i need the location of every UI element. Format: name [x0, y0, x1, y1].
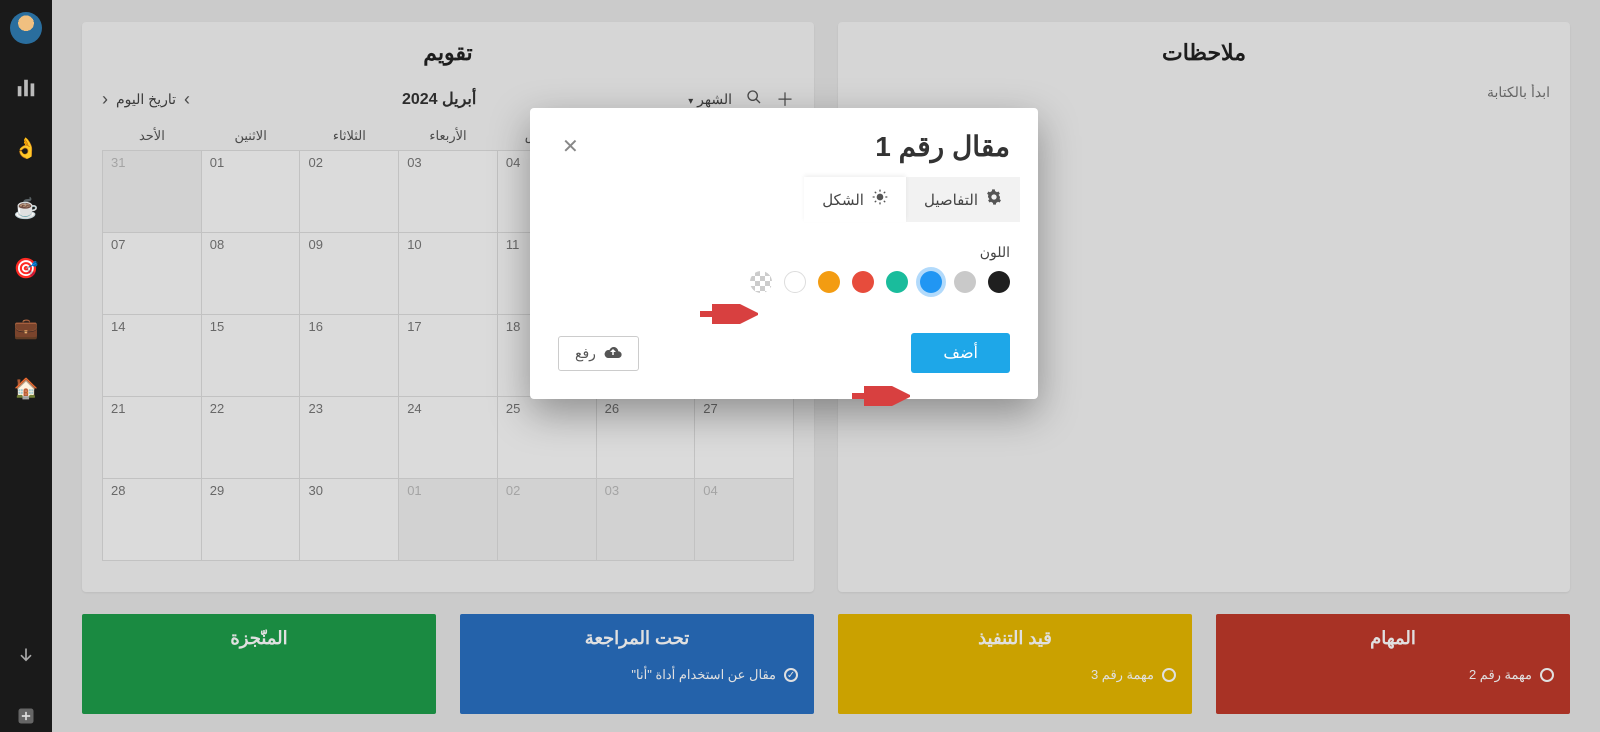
app-sidebar: 👌 ☕ 🎯 💼 🏠 [0, 0, 52, 732]
annotation-arrow-1 [698, 304, 758, 324]
sidebar-dashboard-icon[interactable] [10, 72, 42, 104]
color-swatch-transparent[interactable] [750, 271, 772, 293]
sidebar-target-icon[interactable]: 🎯 [10, 252, 42, 284]
modal-close-button[interactable]: ✕ [558, 130, 583, 163]
sidebar-briefcase-icon[interactable]: 💼 [10, 312, 42, 344]
tab-details[interactable]: التفاصيل [906, 177, 1020, 222]
color-swatch-orange[interactable] [818, 271, 840, 293]
avatar[interactable] [10, 12, 42, 44]
add-button[interactable]: أضف [911, 333, 1010, 373]
color-swatch-white[interactable] [784, 271, 806, 293]
gear-icon [986, 189, 1002, 210]
cloud-upload-icon [604, 345, 622, 362]
color-swatch-teal[interactable] [886, 271, 908, 293]
color-swatch-blue[interactable] [920, 271, 942, 293]
sidebar-add-icon[interactable] [10, 700, 42, 732]
tab-shape[interactable]: الشكل [804, 177, 906, 222]
color-swatch-red[interactable] [852, 271, 874, 293]
sidebar-download-icon[interactable] [10, 640, 42, 672]
modal-title: مقال رقم 1 [875, 130, 1010, 163]
edit-modal: مقال رقم 1 ✕ التفاصيل الشكل اللون أضف [530, 108, 1038, 399]
sidebar-home-icon[interactable]: 🏠 [10, 372, 42, 404]
color-row [558, 271, 1010, 293]
sidebar-coffee-icon[interactable]: ☕ [10, 192, 42, 224]
color-swatch-black[interactable] [988, 271, 1010, 293]
color-swatch-grey[interactable] [954, 271, 976, 293]
color-label: اللون [558, 244, 1010, 261]
brightness-icon [872, 189, 888, 210]
upload-button[interactable]: رفع [558, 336, 639, 371]
sidebar-ok-icon[interactable]: 👌 [10, 132, 42, 164]
